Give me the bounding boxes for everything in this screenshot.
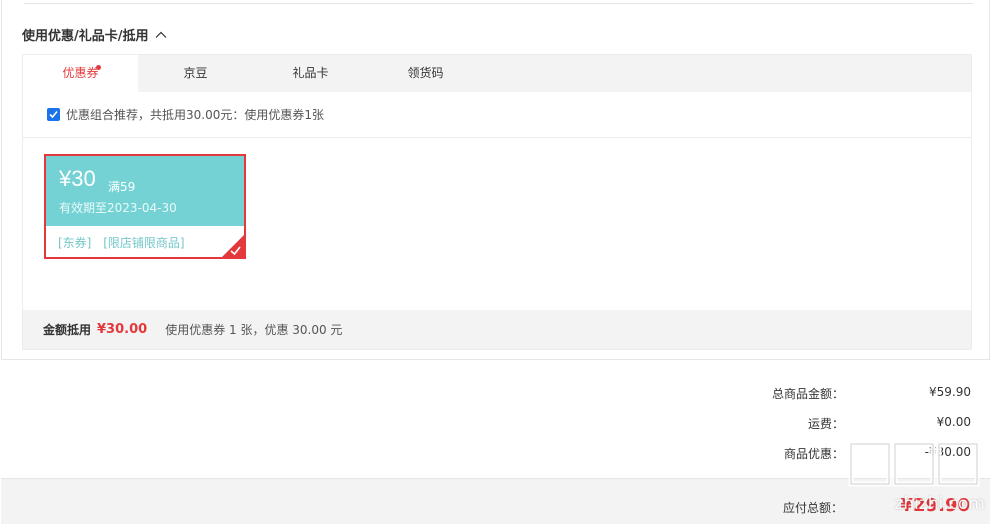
- divider: [24, 3, 973, 4]
- payable-footer: 应付总额： ¥29.90: [1, 478, 990, 524]
- coupon-validity: 有效期至2023-04-30: [59, 201, 177, 215]
- total-label: 总商品金额：: [771, 387, 844, 401]
- tab-label: 领货码: [407, 66, 444, 80]
- tab-jingdou[interactable]: 京豆: [138, 55, 253, 92]
- coupon-tag: [限店铺限商品]: [103, 236, 185, 250]
- deduction-detail: 使用优惠券 1 张，优惠 30.00 元: [165, 323, 343, 337]
- coupon-header: ¥30 满59 有效期至2023-04-30: [46, 156, 244, 226]
- discount-tabs-container: 优惠券 京豆 礼品卡 领货码 优惠组合推荐，共抵用30.00元：使用优惠券1张 …: [22, 54, 972, 350]
- tab-label: 礼品卡: [292, 66, 329, 80]
- coupon-tag: [东券]: [58, 236, 92, 250]
- coupon-tags: [东券] [限店铺限商品]: [58, 234, 193, 251]
- notification-dot-icon: [96, 65, 101, 70]
- total-value: ¥59.90: [929, 385, 971, 399]
- coupon-amount: ¥30: [59, 166, 96, 191]
- deduction-label: 金额抵用: [43, 323, 92, 337]
- tab-pickup-code[interactable]: 领货码: [368, 55, 483, 92]
- recommendation-text: 优惠组合推荐，共抵用30.00元：使用优惠券1张: [66, 108, 324, 122]
- section-title: 使用优惠/礼品卡/抵用: [22, 29, 149, 44]
- watermark-text: zhizhi.com: [894, 494, 985, 514]
- tab-coupons[interactable]: 优惠券: [23, 55, 138, 92]
- tab-label: 京豆: [183, 66, 208, 80]
- recommendation-row: 优惠组合推荐，共抵用30.00元：使用优惠券1张: [23, 92, 971, 138]
- total-value: -¥30.00: [924, 445, 971, 459]
- coupon-condition: 满59: [108, 180, 136, 194]
- check-icon: [49, 110, 58, 119]
- order-totals: 总商品金额： ¥59.90 运费： ¥0.00 商品优惠： -¥30.00: [751, 380, 971, 470]
- selected-check-icon: [222, 235, 244, 257]
- total-label: 商品优惠：: [783, 447, 844, 461]
- total-value: ¥0.00: [936, 415, 971, 429]
- tab-gift-card[interactable]: 礼品卡: [253, 55, 368, 92]
- total-row: 总商品金额： ¥59.90: [751, 380, 971, 410]
- payable-label: 应付总额：: [782, 501, 843, 515]
- chevron-up-icon[interactable]: [155, 29, 167, 41]
- recommendation-checkbox[interactable]: [47, 108, 60, 121]
- deduction-summary: 金额抵用 ¥30.00 使用优惠券 1 张，优惠 30.00 元: [23, 310, 971, 349]
- total-row: 运费： ¥0.00: [751, 410, 971, 440]
- section-header[interactable]: 使用优惠/礼品卡/抵用: [22, 25, 167, 44]
- deduction-amount: ¥30.00: [97, 322, 148, 337]
- tab-bar: 优惠券 京豆 礼品卡 领货码: [23, 55, 971, 92]
- coupon-card[interactable]: ¥30 满59 有效期至2023-04-30 [东券] [限店铺限商品]: [44, 154, 246, 259]
- total-row: 商品优惠： -¥30.00: [751, 440, 971, 470]
- tab-label: 优惠券: [62, 66, 99, 80]
- total-label: 运费：: [807, 417, 844, 431]
